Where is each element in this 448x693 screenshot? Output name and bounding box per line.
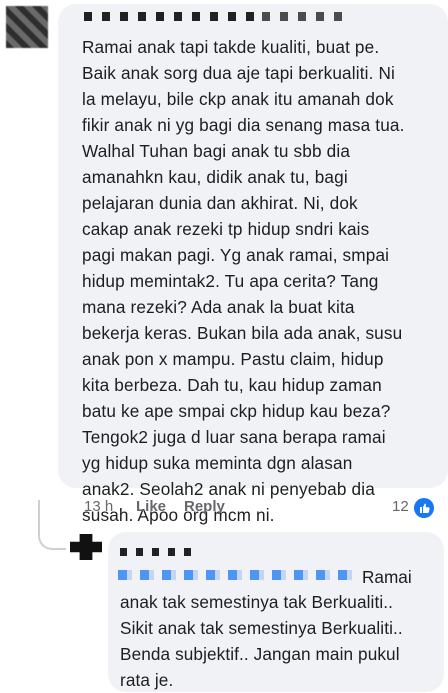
reaction-count[interactable]: 12 bbox=[392, 498, 409, 515]
replier-avatar[interactable] bbox=[70, 534, 102, 560]
like-button[interactable]: Like bbox=[136, 498, 166, 515]
reply-first-word: Ramai bbox=[362, 567, 412, 587]
comment-text: Ramai anak tapi takde kualiti, buat pe. … bbox=[82, 37, 405, 525]
mention-tag-redacted[interactable] bbox=[118, 570, 358, 580]
commenter-name-redacted[interactable] bbox=[84, 12, 254, 21]
comment-timestamp[interactable]: 13 h bbox=[84, 498, 113, 515]
reply-thread-line bbox=[38, 500, 66, 550]
like-thumb-icon[interactable] bbox=[414, 498, 434, 518]
commenter-avatar[interactable] bbox=[6, 6, 48, 48]
commenter-name-redacted-2[interactable] bbox=[262, 12, 352, 21]
reply-text: anak tak semestinya tak Berkualiti.. Sik… bbox=[120, 592, 403, 690]
comment-actions: 13 h Like Reply 12 bbox=[84, 498, 444, 520]
replier-name-redacted[interactable] bbox=[120, 548, 200, 556]
reply-button[interactable]: Reply bbox=[184, 498, 225, 515]
